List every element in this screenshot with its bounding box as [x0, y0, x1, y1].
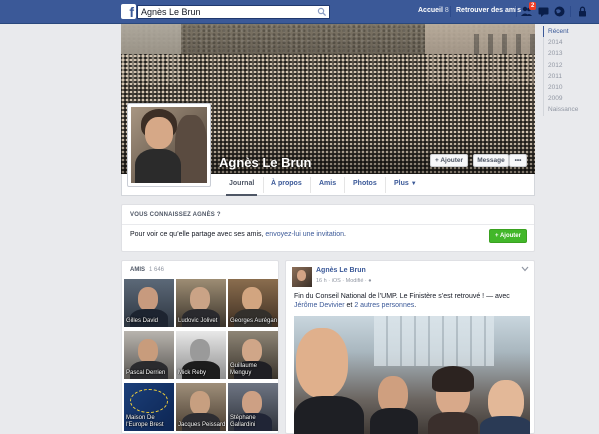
friend-thumbnail[interactable]: Ludovic Jolivet	[176, 279, 226, 327]
friend-name[interactable]: Mick Reby	[178, 370, 206, 377]
friend-name[interactable]: Guillaume Menguy	[230, 363, 278, 377]
notification-badge: 2	[529, 2, 537, 10]
nav-separator	[570, 6, 571, 17]
friend-thumbnail[interactable]: Georges Aurégan	[228, 279, 278, 327]
profile-picture[interactable]	[127, 103, 211, 187]
year-link-2012[interactable]: 2012	[543, 59, 599, 71]
tab-photos[interactable]: Photos	[353, 180, 377, 187]
globe-notifications-icon[interactable]	[553, 5, 566, 18]
year-link-birth[interactable]: Naissance	[543, 104, 599, 116]
friend-thumbnail[interactable]: Gilles David	[124, 279, 174, 327]
profile-picture-image	[131, 107, 207, 183]
messages-icon[interactable]	[537, 5, 550, 18]
year-link-2014[interactable]: 2014	[543, 37, 599, 49]
tab-more[interactable]: Plus ▼	[394, 180, 417, 187]
search-icon[interactable]	[317, 7, 327, 17]
timeline-post: Agnès Le Brun 16 h · iOS · Modifié · ● F…	[285, 260, 535, 434]
nav-separator	[450, 6, 451, 17]
friend-thumbnail[interactable]: Mick Reby	[176, 331, 226, 379]
friend-thumbnail[interactable]: Pascal Derrien	[124, 331, 174, 379]
friend-thumbnail[interactable]: Jacques Peissard	[176, 383, 226, 431]
know-box-title: VOUS CONNAISSEZ AGNÈS ?	[130, 212, 221, 218]
friends-box-title[interactable]: AMIS 1 646	[130, 267, 164, 273]
nav-find-friends-link[interactable]: Retrouver des amis	[456, 7, 521, 14]
friend-name[interactable]: Pascal Derrien	[126, 370, 165, 377]
friend-name[interactable]: Ludovic Jolivet	[178, 318, 217, 325]
post-author-avatar[interactable]	[292, 267, 312, 287]
tab-separator	[385, 177, 386, 193]
tab-separator	[310, 177, 311, 193]
send-invitation-link[interactable]: envoyez-lui une invitation	[265, 231, 344, 238]
more-options-button[interactable]: •••	[509, 154, 527, 167]
globe-audience-icon[interactable]: ●	[368, 278, 371, 284]
year-link-2011[interactable]: 2011	[543, 70, 599, 82]
know-person-box: VOUS CONNAISSEZ AGNÈS ? Pour voir ce qu’…	[121, 204, 535, 252]
year-link-2009[interactable]: 2009	[543, 93, 599, 105]
timeline-year-navigation: Récent 2014 2013 2012 2011 2010 2009 Nai…	[543, 26, 599, 116]
nav-home-link[interactable]: Accueil 8	[418, 7, 449, 14]
friend-name[interactable]: Jacques Peissard	[178, 422, 225, 429]
profile-name[interactable]: Agnès Le Brun	[219, 155, 311, 170]
tab-separator	[263, 177, 264, 193]
tab-separator	[344, 177, 345, 193]
year-link-2010[interactable]: 2010	[543, 81, 599, 94]
tagged-others-link[interactable]: 2 autres personnes	[354, 302, 414, 309]
post-author-name[interactable]: Agnès Le Brun	[316, 267, 366, 274]
tagged-person-link[interactable]: Jérôme Devivier	[294, 302, 345, 309]
lock-privacy-icon[interactable]	[576, 5, 589, 18]
friends-box: AMIS 1 646 Gilles David Ludovic Jolivet G…	[121, 260, 279, 434]
friend-name[interactable]: Georges Aurégan	[230, 318, 277, 325]
message-button[interactable]: Message	[473, 154, 509, 167]
friend-thumbnail[interactable]: Guillaume Menguy	[228, 331, 278, 379]
post-options-chevron-icon[interactable]	[521, 266, 529, 272]
year-link-recent[interactable]: Récent	[543, 26, 599, 38]
chevron-down-icon: ▼	[410, 181, 417, 187]
post-text: Fin du Conseil National de l’UMP. Le Fin…	[294, 293, 510, 309]
facebook-logo-icon[interactable]: f	[121, 4, 136, 19]
tab-about[interactable]: À propos	[271, 180, 302, 187]
friend-name[interactable]: Maison De l'Europe Brest	[126, 415, 174, 429]
nav-home-count: 8	[444, 7, 449, 14]
post-meta: 16 h · iOS · Modifié · ●	[316, 278, 372, 284]
friend-thumbnail[interactable]: Maison De l'Europe Brest	[124, 383, 174, 431]
tab-journal[interactable]: Journal	[225, 180, 258, 196]
add-friend-green-button[interactable]: + Ajouter	[489, 229, 527, 243]
europe-stars-logo	[130, 389, 168, 413]
search-input-value[interactable]: Agnès Le Brun	[141, 7, 201, 17]
friend-thumbnail[interactable]: Stéphane Gallardini	[228, 383, 278, 431]
top-navigation-bar: f Agnès Le Brun Accueil 8 Retrouver des …	[0, 0, 599, 24]
tab-friends[interactable]: Amis	[319, 180, 336, 187]
nav-separator	[516, 6, 517, 17]
year-link-2013[interactable]: 2013	[543, 48, 599, 60]
divider	[122, 224, 534, 225]
friends-count: 1 646	[149, 267, 165, 273]
add-friend-button[interactable]: Ajouter	[430, 154, 468, 167]
know-box-text: Pour voir ce qu’elle partage avec ses am…	[130, 231, 346, 238]
search-input[interactable]: Agnès Le Brun	[137, 5, 330, 19]
friend-name[interactable]: Stéphane Gallardini	[230, 415, 278, 429]
friend-name[interactable]: Gilles David	[126, 318, 158, 325]
post-photo[interactable]	[294, 316, 530, 434]
